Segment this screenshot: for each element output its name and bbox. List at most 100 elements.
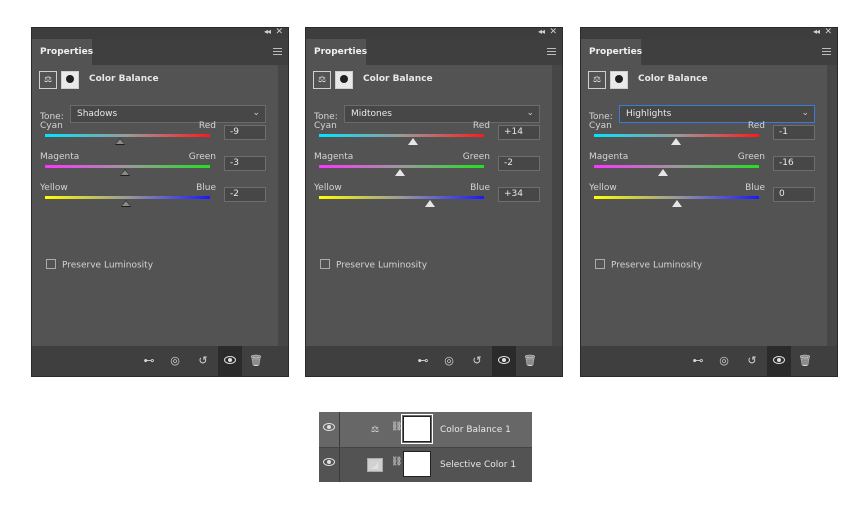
close-icon[interactable]: ✕	[549, 27, 557, 37]
collapse-icon[interactable]: ◂◂	[813, 27, 820, 36]
color-balance-icon[interactable]: ⚖	[367, 423, 383, 437]
color-balance-icon[interactable]: ⚖	[39, 71, 57, 89]
preserve-luminosity-label: Preserve Luminosity	[62, 260, 154, 271]
tab-properties[interactable]: Properties	[581, 39, 642, 65]
trash-icon[interactable]: 🗑	[247, 353, 265, 369]
preserve-luminosity[interactable]: Preserve Luminosity	[595, 259, 703, 271]
reset-icon[interactable]: ↺	[194, 353, 212, 369]
properties-panel: ◂◂ ✕ Properties ⚖ Color Balance Tone: Mi…	[305, 27, 563, 377]
trash-icon[interactable]: 🗑	[796, 353, 814, 369]
reset-icon[interactable]: ↺	[468, 353, 486, 369]
layer-mask-icon[interactable]	[335, 71, 353, 89]
preserve-luminosity-checkbox[interactable]	[595, 259, 605, 269]
preserve-luminosity-checkbox[interactable]	[320, 259, 330, 269]
slider-left-label: Magenta	[314, 152, 354, 162]
selective-color-icon[interactable]: ◪	[367, 458, 383, 472]
collapse-icon[interactable]: ◂◂	[538, 27, 545, 36]
layer-visibility-toggle[interactable]	[319, 412, 340, 447]
slider-thumb[interactable]	[408, 138, 419, 145]
tab-properties[interactable]: Properties	[306, 39, 367, 65]
view-previous-state-icon[interactable]: ◎	[440, 353, 458, 369]
scrollbar[interactable]	[278, 65, 288, 346]
preserve-luminosity[interactable]: Preserve Luminosity	[320, 259, 427, 271]
slider-value-field[interactable]: +34	[498, 187, 540, 202]
close-icon[interactable]: ✕	[824, 27, 832, 37]
layer-mask-icon[interactable]	[61, 71, 79, 89]
layer-visibility-toggle[interactable]	[319, 447, 340, 482]
panel-tabbar: Properties	[306, 39, 562, 65]
slider-right-label: Red	[198, 121, 216, 131]
slider-value-field[interactable]: -3	[224, 156, 266, 171]
slider-track[interactable]	[319, 165, 484, 168]
collapse-icon[interactable]: ◂◂	[264, 27, 271, 36]
clip-to-layer-icon[interactable]: ⊷	[140, 353, 158, 369]
slider-left-label: Cyan	[40, 121, 63, 131]
panel-footer: ⊷ ◎ ↺ 🗑	[581, 346, 837, 376]
layer-mask-icon[interactable]	[610, 71, 628, 89]
visibility-icon[interactable]	[492, 346, 516, 376]
link-icon[interactable]: ⛓	[391, 422, 402, 432]
preserve-luminosity-label: Preserve Luminosity	[611, 260, 703, 271]
tab-properties[interactable]: Properties	[32, 39, 93, 65]
slider-thumb[interactable]	[424, 200, 435, 207]
layer-name[interactable]: Selective Color 1	[440, 460, 516, 470]
trash-icon[interactable]: 🗑	[521, 353, 539, 369]
color-balance-icon[interactable]: ⚖	[313, 71, 331, 89]
view-previous-state-icon[interactable]: ◎	[715, 353, 733, 369]
visibility-icon[interactable]	[767, 346, 791, 376]
close-icon[interactable]: ✕	[275, 27, 283, 37]
slider-thumb[interactable]	[671, 200, 682, 207]
clip-to-layer-icon[interactable]: ⊷	[689, 353, 707, 369]
slider-value-field[interactable]: -2	[224, 187, 266, 202]
layer-row[interactable]: ⚖ ⛓ Color Balance 1	[319, 412, 532, 447]
chevron-down-icon: ⌄	[252, 108, 260, 118]
panel-menu-icon[interactable]	[822, 48, 831, 55]
slider-value-field[interactable]: +14	[498, 125, 540, 140]
slider-thumb[interactable]	[115, 138, 126, 145]
slider-value-field[interactable]: -2	[498, 156, 540, 171]
slider-thumb[interactable]	[670, 138, 681, 145]
slider-track[interactable]	[594, 196, 759, 199]
link-icon[interactable]: ⛓	[391, 457, 402, 467]
eye-icon	[323, 458, 335, 466]
properties-panel: ◂◂ ✕ Properties ⚖ Color Balance Tone: Hi…	[580, 27, 838, 377]
slider-track[interactable]	[45, 134, 210, 137]
eye-icon	[498, 356, 510, 364]
slider-track[interactable]	[45, 165, 210, 168]
slider-right-label: Green	[462, 152, 490, 162]
slider-value-field[interactable]: 0	[773, 187, 815, 202]
scrollbar[interactable]	[552, 65, 562, 346]
slider-right-label: Blue	[745, 183, 765, 193]
layer-row[interactable]: ◪ ⛓ Selective Color 1	[319, 447, 532, 482]
visibility-icon[interactable]	[218, 346, 242, 376]
layer-name[interactable]: Color Balance 1	[440, 425, 511, 435]
panel-menu-icon[interactable]	[273, 48, 282, 55]
preserve-luminosity-checkbox[interactable]	[46, 259, 56, 269]
panel-menu-icon[interactable]	[547, 48, 556, 55]
slider-thumb[interactable]	[120, 169, 131, 176]
preserve-luminosity[interactable]: Preserve Luminosity	[46, 259, 154, 271]
slider-right-label: Red	[747, 121, 765, 131]
slider-value-field[interactable]: -1	[773, 125, 815, 140]
slider-thumb[interactable]	[120, 200, 131, 207]
slider-track[interactable]	[45, 196, 210, 199]
layer-mask-thumbnail[interactable]	[403, 451, 431, 477]
slider-track[interactable]	[319, 134, 484, 137]
view-previous-state-icon[interactable]: ◎	[166, 353, 184, 369]
layer-mask-thumbnail[interactable]	[401, 414, 433, 444]
slider-left-label: Yellow	[589, 183, 617, 193]
slider-track[interactable]	[319, 196, 484, 199]
slider-value-field[interactable]: -16	[773, 156, 815, 171]
slider-row-cyan-red: Cyan Red +14	[306, 121, 554, 151]
slider-track[interactable]	[594, 165, 759, 168]
slider-left-label: Yellow	[40, 183, 68, 193]
reset-icon[interactable]: ↺	[743, 353, 761, 369]
eye-icon	[323, 423, 335, 431]
color-balance-icon[interactable]: ⚖	[588, 71, 606, 89]
slider-track[interactable]	[594, 134, 759, 137]
scrollbar[interactable]	[827, 65, 837, 346]
slider-value-field[interactable]: -9	[224, 125, 266, 140]
slider-thumb[interactable]	[394, 169, 405, 176]
slider-thumb[interactable]	[658, 169, 669, 176]
clip-to-layer-icon[interactable]: ⊷	[414, 353, 432, 369]
